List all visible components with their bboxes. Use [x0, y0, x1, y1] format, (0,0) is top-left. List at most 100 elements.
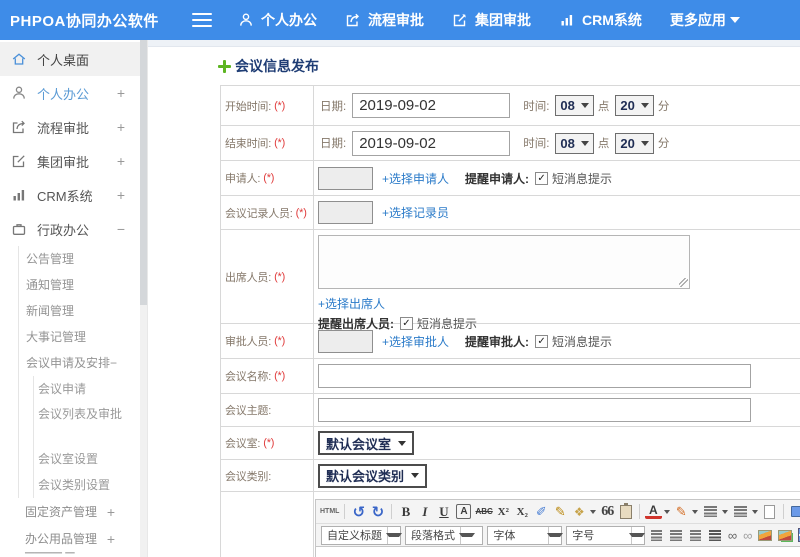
insert-link-icon[interactable]: ∞: [728, 528, 737, 543]
attendees-textarea[interactable]: [318, 235, 690, 289]
sidebar-scrollbar[interactable]: [140, 40, 147, 557]
hamburger-menu-icon[interactable]: [192, 13, 212, 27]
align-left-icon[interactable]: [650, 529, 663, 541]
meeting-subject-input[interactable]: [318, 398, 751, 422]
sidebar-item-meeting-list[interactable]: 会议列表及审批: [34, 402, 126, 446]
nav-group-approval[interactable]: 集团审批: [452, 10, 531, 30]
sidebar-item-meeting-category-setup[interactable]: 会议类别设置: [34, 472, 147, 498]
nav-personal-office[interactable]: 个人办公: [238, 10, 317, 30]
collapse-minus-icon[interactable]: −: [117, 221, 125, 237]
paste-icon[interactable]: [619, 502, 632, 519]
custom-title-select[interactable]: 自定义标题: [321, 525, 402, 545]
redo-icon[interactable]: ↻: [369, 502, 386, 521]
end-minute-select[interactable]: 20: [615, 132, 654, 154]
align-right-icon[interactable]: [689, 529, 702, 541]
caret-down-icon[interactable]: [751, 509, 758, 514]
start-minute-select[interactable]: 20: [615, 95, 654, 116]
new-page-icon[interactable]: [763, 504, 775, 519]
caret-down-icon[interactable]: [721, 509, 728, 514]
start-date-input[interactable]: [352, 93, 511, 118]
sidebar-item-crm[interactable]: CRM系统 +: [0, 178, 147, 212]
html-source-button[interactable]: HTML: [320, 502, 339, 521]
expand-plus-icon[interactable]: +: [117, 153, 125, 169]
meeting-name-input[interactable]: [318, 364, 751, 388]
subscript-icon[interactable]: X₂: [514, 502, 531, 521]
meeting-category-select[interactable]: 默认会议类别: [318, 463, 428, 488]
highlight-color-icon[interactable]: ✎: [673, 502, 690, 521]
border-text-icon[interactable]: A: [456, 504, 472, 519]
sidebar-item-notices[interactable]: 通知管理: [19, 272, 147, 298]
choose-attendees-link[interactable]: +选择出席人: [318, 295, 385, 312]
required-mark: (*): [274, 270, 286, 283]
expand-plus-icon[interactable]: +: [107, 504, 115, 520]
remove-link-icon[interactable]: ∞: [743, 528, 752, 543]
italic-icon[interactable]: I: [416, 502, 433, 521]
required-mark: (*): [274, 137, 286, 149]
eraser-icon[interactable]: ✐: [533, 502, 550, 521]
strikethrough-icon[interactable]: ABC: [475, 502, 492, 521]
ordered-list-icon[interactable]: [703, 506, 717, 517]
nav-crm-system[interactable]: CRM系统: [559, 10, 642, 30]
undo-icon[interactable]: ↺: [350, 502, 367, 521]
sidebar-item-personal-office[interactable]: 个人办公 +: [0, 76, 147, 110]
end-date-input[interactable]: [352, 130, 511, 156]
sidebar-item-meeting-apply[interactable]: 会议申请: [34, 376, 147, 402]
sidebar-item-announcements[interactable]: 公告管理: [19, 246, 147, 272]
caret-down-icon: [458, 526, 475, 544]
underline-icon[interactable]: U: [435, 502, 452, 521]
editor-content-area[interactable]: [316, 546, 800, 557]
choose-applicant-link[interactable]: +选择申请人: [382, 170, 449, 187]
sidebar-item-fixed-assets[interactable]: 固定资产管理 +: [0, 498, 147, 525]
approver-input[interactable]: [318, 329, 373, 353]
font-family-select[interactable]: 字体: [487, 525, 563, 545]
unordered-list-icon[interactable]: [733, 506, 747, 517]
app-logo: PHPOA协同办公软件: [10, 12, 159, 30]
sidebar-item-workflow[interactable]: 流程审批 +: [0, 110, 147, 144]
fullscreen-icon[interactable]: [790, 506, 800, 517]
start-hour-select[interactable]: 08: [555, 95, 594, 116]
paragraph-format-select[interactable]: 段落格式: [405, 525, 484, 545]
sidebar-item-office-supplies[interactable]: 办公用品管理 +: [0, 525, 147, 552]
insert-image-upload-icon[interactable]: [778, 529, 792, 541]
brush-icon[interactable]: ✎: [552, 502, 569, 521]
sidebar-item-meeting-request[interactable]: 会议申请及安排−: [19, 350, 147, 376]
superscript-icon[interactable]: X²: [495, 502, 512, 521]
end-hour-select[interactable]: 08: [555, 132, 594, 154]
sidebar-item-meeting-room-setup[interactable]: 会议室设置: [34, 446, 147, 472]
format-painter-icon[interactable]: ❖: [571, 502, 588, 521]
caret-down-icon[interactable]: [589, 509, 596, 514]
choose-recorder-link[interactable]: +选择记录员: [382, 204, 449, 221]
sidebar-item-news[interactable]: 新闻管理: [19, 298, 147, 324]
resize-grip-icon[interactable]: [679, 278, 688, 287]
blockquote-icon[interactable]: 66: [599, 502, 616, 521]
meeting-room-select[interactable]: 默认会议室: [318, 431, 415, 455]
sidebar-item-group-approval[interactable]: 集团审批 +: [0, 144, 147, 178]
recorder-input[interactable]: [318, 201, 373, 224]
align-justify-icon[interactable]: [709, 529, 721, 541]
required-mark: (*): [274, 99, 286, 112]
bold-icon[interactable]: B: [397, 502, 414, 521]
nav-workflow-approval[interactable]: 流程审批: [345, 10, 424, 30]
sidebar-item-admin-office[interactable]: 行政办公 −: [0, 212, 147, 246]
content-top-strip: [148, 40, 800, 47]
caret-down-icon[interactable]: [691, 509, 698, 514]
font-size-select[interactable]: 字号: [566, 525, 646, 545]
caret-down-icon[interactable]: [663, 509, 670, 514]
sms-remind-checkbox[interactable]: ✓: [535, 334, 549, 348]
applicant-input[interactable]: [318, 166, 373, 190]
chart-icon: [559, 12, 582, 28]
insert-image-icon[interactable]: [758, 529, 772, 541]
expand-plus-icon[interactable]: +: [117, 85, 125, 101]
align-center-icon[interactable]: [670, 529, 682, 541]
expand-plus-icon[interactable]: +: [107, 531, 115, 547]
font-color-icon[interactable]: A: [644, 503, 662, 519]
sidebar-item-events[interactable]: 大事记管理: [19, 324, 147, 350]
sidebar-item-clipped[interactable]: ▔▔▔▔ ▔: [0, 552, 147, 557]
sidebar-item-desktop[interactable]: 个人桌面: [0, 42, 147, 76]
expand-plus-icon[interactable]: +: [117, 187, 125, 203]
required-mark: (*): [274, 335, 286, 347]
nav-more-apps[interactable]: 更多应用: [670, 10, 740, 30]
expand-plus-icon[interactable]: +: [117, 119, 125, 135]
sms-remind-checkbox[interactable]: ✓: [535, 171, 549, 185]
choose-approver-link[interactable]: +选择审批人: [382, 333, 449, 350]
